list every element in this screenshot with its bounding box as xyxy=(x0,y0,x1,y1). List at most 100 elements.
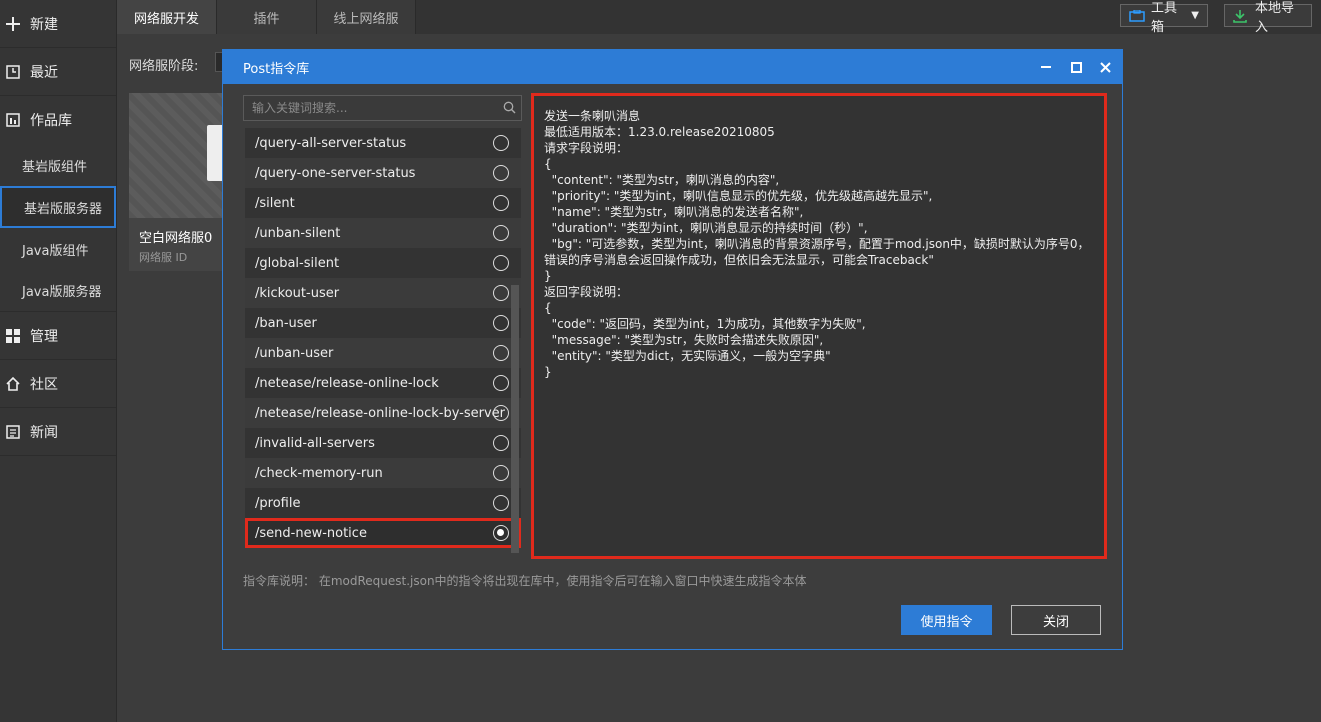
tab-label: 插件 xyxy=(253,11,280,27)
sidebar-item-bedrock-components[interactable]: 基岩版组件 xyxy=(0,144,116,186)
sidebar-item-label: 最近 xyxy=(30,64,58,81)
toolbox-label: 工具箱 xyxy=(1151,0,1178,35)
sidebar-item-manage[interactable]: 管理 xyxy=(0,312,116,360)
minimize-icon[interactable] xyxy=(1037,58,1055,76)
maximize-icon[interactable] xyxy=(1067,58,1085,76)
radio-button[interactable] xyxy=(493,345,509,361)
list-item[interactable]: /netease/release-online-lock-by-server xyxy=(245,398,521,428)
stage-label: 网络服阶段: xyxy=(129,59,199,74)
library-icon xyxy=(4,111,22,129)
caret-down-icon: ▼ xyxy=(1191,10,1199,21)
sidebar-item-label: 社区 xyxy=(30,376,58,393)
radio-button[interactable] xyxy=(493,255,509,271)
detail-line: "duration": "类型为int，喇叭消息显示的持续时间（秒）", xyxy=(544,221,868,235)
clock-icon xyxy=(4,63,22,81)
sidebar-item-bedrock-servers[interactable]: 基岩版服务器 xyxy=(0,186,116,228)
grid-icon xyxy=(4,327,22,345)
home-icon xyxy=(4,375,22,393)
top-tab-bar: 网络服开发 插件 线上网络服 工具箱 ▼ 本地导入 xyxy=(117,0,1321,35)
list-item[interactable]: /silent xyxy=(245,188,521,218)
radio-button[interactable] xyxy=(493,435,509,451)
sidebar-item-news[interactable]: 新闻 xyxy=(0,408,116,456)
command-label: /netease/release-online-lock xyxy=(255,375,439,391)
dialog-titlebar: Post指令库 xyxy=(223,50,1122,84)
detail-line: "code": "返回码，类型为int，1为成功，其他数字为失败", xyxy=(544,317,866,331)
radio-button[interactable] xyxy=(493,135,509,151)
dialog-title: Post指令库 xyxy=(243,61,310,77)
server-card-id: 网络服 ID xyxy=(139,251,188,264)
list-item[interactable]: /netease/release-online-lock xyxy=(245,368,521,398)
close-icon[interactable] xyxy=(1096,58,1114,76)
command-label: /query-all-server-status xyxy=(255,135,407,151)
radio-button[interactable] xyxy=(493,315,509,331)
list-item[interactable]: /ban-user xyxy=(245,308,521,338)
sidebar-item-library[interactable]: 作品库 xyxy=(0,96,116,144)
detail-line: } xyxy=(544,269,552,283)
list-item[interactable]: /check-memory-run xyxy=(245,458,521,488)
plus-icon xyxy=(4,15,22,33)
detail-line: "priority": "类型为int，喇叭信息显示的优先级，优先级越高越先显示… xyxy=(544,189,933,203)
radio-button[interactable] xyxy=(493,225,509,241)
command-label: /check-memory-run xyxy=(255,465,383,481)
list-item-selected[interactable]: /send-new-notice xyxy=(245,518,521,548)
tab-network-dev[interactable]: 网络服开发 xyxy=(117,0,217,34)
tab-plugins[interactable]: 插件 xyxy=(217,0,317,34)
sidebar-item-label: 新建 xyxy=(30,16,58,33)
radio-button[interactable] xyxy=(493,495,509,511)
local-import-button[interactable]: 本地导入 xyxy=(1224,1,1312,35)
detail-line: 发送一条喇叭消息 xyxy=(544,109,641,123)
scrollbar[interactable] xyxy=(511,285,519,553)
radio-button[interactable] xyxy=(493,165,509,181)
command-list: /query-all-server-status /query-one-serv… xyxy=(245,128,521,553)
sidebar-item-java-components[interactable]: Java版组件 xyxy=(0,228,116,270)
list-item[interactable]: /invalid-all-servers xyxy=(245,428,521,458)
server-card-thumbnail xyxy=(129,93,224,218)
radio-button[interactable] xyxy=(493,405,509,421)
command-label: /unban-user xyxy=(255,345,334,361)
radio-button[interactable] xyxy=(493,285,509,301)
tab-online-servers[interactable]: 线上网络服 xyxy=(317,0,416,34)
sidebar-item-label: Java版服务器 xyxy=(22,285,102,300)
list-item[interactable]: /unban-silent xyxy=(245,218,521,248)
library-hint: 指令库说明： 在modRequest.json中的指令将出现在库中，使用指令后可… xyxy=(243,574,807,588)
post-command-dialog: Post指令库 /query-all-server-status /query-… xyxy=(222,49,1123,650)
list-item[interactable]: /profile xyxy=(245,488,521,518)
list-item[interactable]: /query-one-server-status xyxy=(245,158,521,188)
search-input[interactable] xyxy=(252,101,492,115)
list-item[interactable]: /global-silent xyxy=(245,248,521,278)
command-label: /netease/release-online-lock-by-server xyxy=(255,405,506,421)
detail-line: "name": "类型为str，喇叭消息的发送者名称", xyxy=(544,205,804,219)
sidebar-item-label: 新闻 xyxy=(30,424,58,441)
detail-line: 请求字段说明： xyxy=(544,141,629,155)
sidebar-item-java-servers[interactable]: Java版服务器 xyxy=(0,270,116,312)
sidebar: 新建 最近 作品库 基岩版组件 基岩版服务器 Java版组件 Java版服务器 … xyxy=(0,0,117,722)
server-card[interactable]: 空白网络服0 网络服 ID xyxy=(129,93,224,271)
import-label: 本地导入 xyxy=(1255,0,1295,35)
radio-button[interactable] xyxy=(493,375,509,391)
sidebar-item-new[interactable]: 新建 xyxy=(0,0,116,48)
radio-button-checked[interactable] xyxy=(493,525,509,541)
radio-button[interactable] xyxy=(493,195,509,211)
tab-label: 网络服开发 xyxy=(133,11,199,27)
radio-button[interactable] xyxy=(493,465,509,481)
detail-line: { xyxy=(544,157,552,171)
search-icon[interactable] xyxy=(503,101,516,118)
sidebar-item-recent[interactable]: 最近 xyxy=(0,48,116,96)
sidebar-item-community[interactable]: 社区 xyxy=(0,360,116,408)
close-button[interactable]: 关闭 xyxy=(1011,605,1101,635)
detail-line: 返回字段说明： xyxy=(544,285,629,299)
detail-line: 错误的序号消息会返回操作成功，但依旧会无法显示，可能会Traceback" xyxy=(544,253,934,267)
detail-line: } xyxy=(544,365,552,379)
command-label: /silent xyxy=(255,195,295,211)
list-item[interactable]: /unban-user xyxy=(245,338,521,368)
sidebar-item-label: 作品库 xyxy=(30,113,72,129)
list-item[interactable]: /query-all-server-status xyxy=(245,128,521,158)
server-card-title: 空白网络服0 xyxy=(139,231,213,246)
toolbox-icon xyxy=(1129,9,1145,22)
command-label: /unban-silent xyxy=(255,225,341,241)
command-search xyxy=(243,95,522,121)
command-label: /global-silent xyxy=(255,255,340,271)
toolbox-button[interactable]: 工具箱 ▼ xyxy=(1120,1,1208,35)
list-item[interactable]: /kickout-user xyxy=(245,278,521,308)
use-command-button[interactable]: 使用指令 xyxy=(901,605,992,635)
